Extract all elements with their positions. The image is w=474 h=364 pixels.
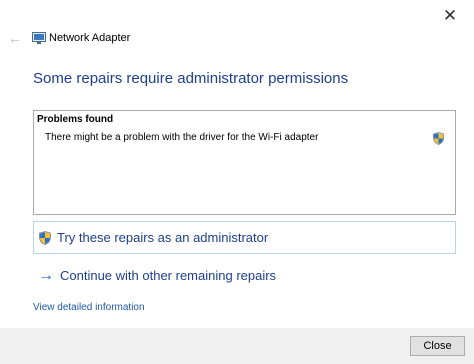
uac-shield-icon	[433, 132, 444, 145]
window-title: Network Adapter	[49, 32, 131, 44]
network-adapter-icon	[32, 32, 46, 44]
problems-found-panel: Problems found There might be a problem …	[33, 110, 456, 215]
right-arrow-icon: →	[38, 267, 54, 284]
close-button[interactable]: Close	[410, 336, 465, 356]
continue-repairs-label: Continue with other remaining repairs	[60, 268, 277, 283]
back-arrow-icon[interactable]: ←	[8, 31, 24, 45]
dialog-footer: Close	[0, 328, 474, 364]
problems-found-header: Problems found	[37, 114, 114, 125]
problem-item-text: There might be a problem with the driver…	[45, 132, 319, 143]
view-detailed-information-link[interactable]: View detailed information	[33, 302, 145, 314]
repair-as-admin-label: Try these repairs as an administrator	[57, 230, 269, 245]
uac-shield-icon	[39, 231, 51, 245]
window-close-icon[interactable]: ✕	[440, 6, 460, 26]
page-heading: Some repairs require administrator permi…	[33, 70, 349, 87]
repair-as-admin-button[interactable]: Try these repairs as an administrator	[33, 221, 456, 254]
